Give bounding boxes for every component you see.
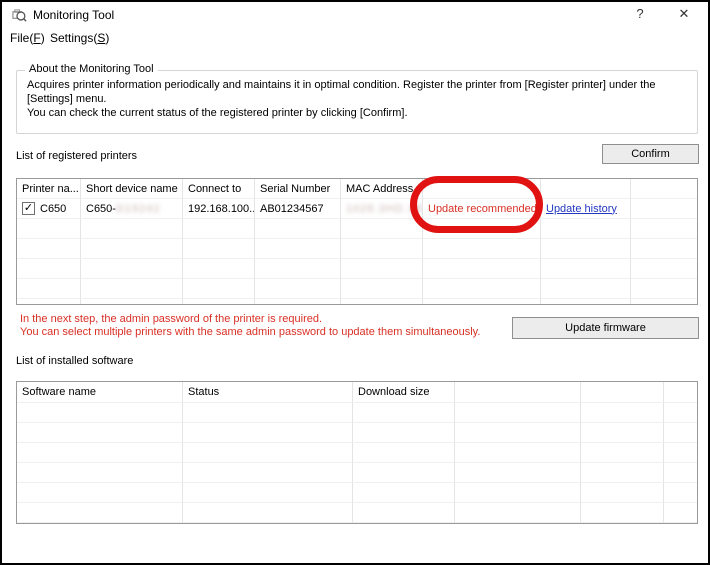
col-header-printer-name[interactable]: Printer na... [17,179,81,199]
update-history-cell: Update history [541,199,631,219]
empty-software-row [17,443,697,463]
window-title: Monitoring Tool [33,8,114,22]
confirm-button[interactable]: Confirm [602,144,699,164]
menu-bar: File(F) Settings(S) [2,29,708,48]
col-header-connect-to[interactable]: Connect to [183,179,255,199]
empty-cell [631,199,697,219]
col-header-extra [631,179,697,199]
update-history-link[interactable]: Update history [546,203,617,215]
software-header-row: Software name Status Download size [17,382,697,403]
printer-row-c650[interactable]: ✓ C650 C650-D19242 192.168.100... AB0123… [17,199,697,219]
help-button[interactable]: ? [630,6,650,24]
col-header-extra3 [664,382,697,403]
about-text: Acquires printer information periodicall… [27,78,689,120]
serial-number-cell: AB01234567 [255,199,341,219]
registered-printers-label: List of registered printers [16,150,137,162]
col-header-history[interactable] [541,179,631,199]
short-device-name-prefix: C650- [86,203,116,215]
short-device-name-redacted: D19242 [116,203,161,215]
col-header-software-status[interactable]: Status [183,382,353,403]
col-header-status[interactable] [423,179,541,199]
installed-software-label: List of installed software [16,355,133,367]
update-firmware-button[interactable]: Update firmware [512,317,699,339]
app-magnifier-icon [12,8,27,23]
close-button[interactable]: ✕ [674,6,694,24]
monitoring-tool-window: Monitoring Tool ? ✕ File(F) Settings(S) … [0,0,710,565]
admin-password-warning: In the next step, the admin password of … [20,313,510,339]
col-header-extra2 [581,382,664,403]
connect-to-cell: 192.168.100... [183,199,255,219]
empty-software-row [17,463,697,483]
mac-address-redacted: 1028.3HD.1B2F [346,203,423,215]
installed-software-table: Software name Status Download size [16,381,698,524]
printer-name-cell: ✓ C650 [17,199,81,219]
menu-file-accel: F [33,31,40,45]
warning-line1: In the next step, the admin password of … [20,313,510,326]
menu-file-label-end: ) [41,31,45,45]
menu-settings[interactable]: Settings(S) [50,31,109,45]
update-status-cell: Update recommended [423,199,541,219]
empty-software-row [17,503,697,523]
empty-software-row [17,483,697,503]
col-header-extra1 [455,382,581,403]
col-header-serial-number[interactable]: Serial Number [255,179,341,199]
registered-printers-table: Printer na... Short device name Connect … [16,178,698,305]
warning-line2: You can select multiple printers with th… [20,326,510,339]
empty-printer-row [17,219,697,239]
empty-software-row [17,403,697,423]
about-line1: Acquires printer information periodicall… [27,78,689,106]
about-groupbox: About the Monitoring Tool Acquires print… [16,70,698,134]
col-header-download-size[interactable]: Download size [353,382,455,403]
printer-checkbox[interactable]: ✓ [22,202,35,215]
empty-printer-row [17,239,697,259]
col-header-mac-address[interactable]: MAC Address [341,179,423,199]
empty-printer-row [17,259,697,279]
empty-printer-row [17,279,697,299]
menu-file[interactable]: File(F) [10,31,45,45]
col-header-software-name[interactable]: Software name [17,382,183,403]
title-bar: Monitoring Tool ? ✕ [2,2,708,28]
short-device-name-cell: C650-D19242 [81,199,183,219]
col-header-short-device-name[interactable]: Short device name [81,179,183,199]
menu-settings-label-end: ) [105,31,109,45]
about-line2: You can check the current status of the … [27,106,689,120]
printer-name: C650 [40,203,66,215]
printers-header-row: Printer na... Short device name Connect … [17,179,697,199]
menu-file-label: File( [10,31,33,45]
empty-printer-row [17,299,697,305]
empty-software-row [17,423,697,443]
mac-address-cell: 1028.3HD.1B2F [341,199,423,219]
menu-settings-label: Settings( [50,31,97,45]
about-legend: About the Monitoring Tool [25,63,158,75]
